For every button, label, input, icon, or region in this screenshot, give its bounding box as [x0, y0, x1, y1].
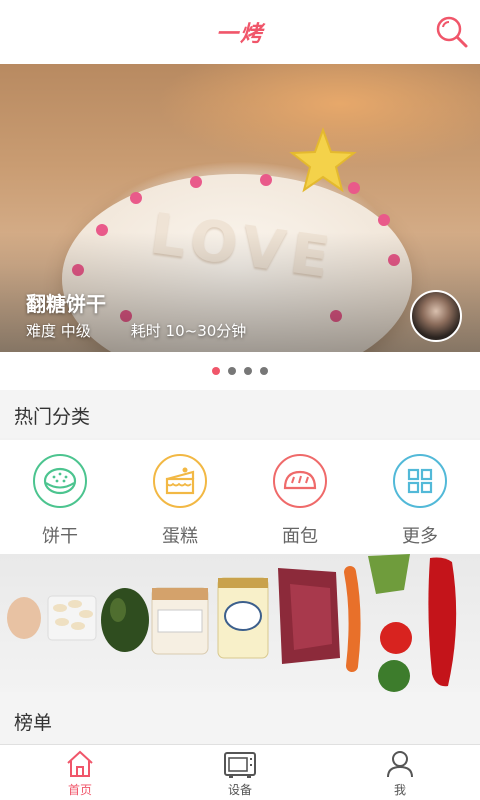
carousel-indicator — [0, 352, 480, 390]
author-avatar[interactable] — [410, 290, 462, 342]
section-title: 热门分类 — [14, 406, 91, 428]
tab-me[interactable]: 我 — [320, 745, 480, 800]
ingredients-promo-image[interactable] — [0, 554, 480, 692]
banner-title: 翻糖饼干 — [26, 292, 106, 316]
sprinkle — [130, 192, 142, 204]
category-label: 面包 — [282, 526, 318, 547]
sprinkle — [260, 174, 272, 186]
cake-icon — [153, 454, 207, 508]
section-title: 榜单 — [14, 712, 53, 734]
sprinkle — [190, 176, 202, 188]
category-row: 饼干 蛋糕 面包 更多 — [0, 440, 480, 554]
hot-categories-header: 热门分类 — [0, 390, 480, 438]
tab-home[interactable]: 首页 — [0, 745, 160, 800]
category-cake[interactable]: 蛋糕 — [120, 440, 240, 554]
tab-label: 首页 — [67, 783, 92, 797]
category-label: 饼干 — [42, 526, 78, 547]
tab-label: 我 — [393, 783, 406, 797]
app-logo: 一烤 — [215, 22, 264, 47]
ranking-header: 榜单 — [0, 692, 480, 744]
category-label: 蛋糕 — [162, 526, 198, 547]
user-icon — [387, 751, 413, 778]
carousel-dot[interactable] — [244, 367, 252, 375]
home-icon — [67, 750, 93, 777]
bread-icon — [273, 454, 327, 508]
difficulty-text: 难度 中级 — [26, 322, 91, 340]
top-bar: 一烤 — [0, 0, 480, 64]
search-icon — [436, 16, 468, 48]
carousel-dot[interactable] — [212, 367, 220, 375]
category-label: 更多 — [402, 526, 438, 547]
duration-text: 耗时 10~30分钟 — [130, 322, 247, 340]
sprinkle — [378, 214, 390, 226]
category-cookie[interactable]: 饼干 — [0, 440, 120, 554]
carousel-dot[interactable] — [260, 367, 268, 375]
category-bread[interactable]: 面包 — [240, 440, 360, 554]
category-more[interactable]: 更多 — [360, 440, 480, 554]
tab-label: 设备 — [227, 783, 252, 797]
carousel-dot[interactable] — [228, 367, 236, 375]
banner-meta: 难度 中级 耗时 10~30分钟 — [26, 320, 246, 341]
oven-icon — [224, 752, 256, 778]
grid-icon — [393, 454, 447, 508]
star-topper-icon — [289, 127, 357, 193]
ingredients-illustration — [7, 554, 457, 692]
search-button[interactable] — [434, 14, 470, 50]
tab-device[interactable]: 设备 — [160, 745, 320, 800]
cookie-icon — [33, 454, 87, 508]
bottom-tab-bar: 首页 设备 我 — [0, 744, 480, 800]
featured-banner[interactable]: LOVE 翻糖饼干 难度 中级 耗时 10~30分钟 — [0, 64, 480, 352]
